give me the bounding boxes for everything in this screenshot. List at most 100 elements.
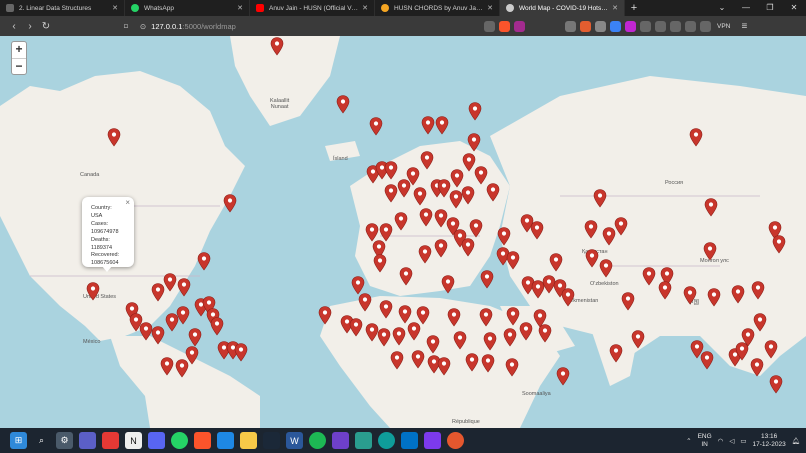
language-indicator[interactable]: ENG IN bbox=[698, 433, 712, 448]
puzzle-icon[interactable] bbox=[640, 20, 651, 32]
brave-icon[interactable] bbox=[194, 432, 211, 449]
chevron-down-icon[interactable]: ⌄ bbox=[710, 0, 734, 16]
whatsapp-icon[interactable] bbox=[171, 432, 188, 449]
hotspot-marker-icon[interactable] bbox=[530, 221, 544, 240]
hotspot-marker-icon[interactable] bbox=[614, 217, 628, 236]
hotspot-marker-icon[interactable] bbox=[461, 238, 475, 257]
hotspot-marker-icon[interactable] bbox=[486, 183, 500, 202]
hotspot-marker-icon[interactable] bbox=[497, 227, 511, 246]
extension-icon[interactable] bbox=[565, 20, 576, 32]
popup-close-button[interactable]: × bbox=[125, 199, 130, 207]
hotspot-marker-icon[interactable] bbox=[480, 270, 494, 289]
zoom-in-button[interactable]: + bbox=[12, 42, 26, 58]
bookmark-icon[interactable]: ⌑ bbox=[124, 22, 128, 31]
discord-icon[interactable] bbox=[148, 432, 165, 449]
extension-icon[interactable] bbox=[610, 20, 621, 32]
battery-icon[interactable]: ▭ bbox=[740, 437, 746, 445]
hotspot-marker-icon[interactable] bbox=[421, 116, 435, 135]
hotspot-marker-icon[interactable] bbox=[163, 273, 177, 292]
hotspot-marker-icon[interactable] bbox=[437, 357, 451, 376]
hotspot-marker-icon[interactable] bbox=[176, 306, 190, 325]
wallet-icon[interactable] bbox=[700, 20, 711, 32]
close-window-icon[interactable]: ✕ bbox=[782, 0, 806, 16]
spotify-icon[interactable] bbox=[309, 432, 326, 449]
hotspot-marker-icon[interactable] bbox=[741, 328, 755, 347]
hotspot-marker-icon[interactable] bbox=[751, 281, 765, 300]
reload-icon[interactable]: ↻ bbox=[38, 21, 54, 32]
hotspot-marker-icon[interactable] bbox=[379, 300, 393, 319]
restore-icon[interactable]: ❐ bbox=[758, 0, 782, 16]
hotspot-marker-icon[interactable] bbox=[465, 353, 479, 372]
hotspot-marker-icon[interactable] bbox=[704, 198, 718, 217]
tab-world-map[interactable]: World Map - COVID-19 Hotspots ✕ bbox=[500, 0, 625, 16]
close-tab-icon[interactable]: ✕ bbox=[612, 4, 618, 12]
hotspot-marker-icon[interactable] bbox=[658, 281, 672, 300]
hotspot-marker-icon[interactable] bbox=[689, 128, 703, 147]
hotspot-marker-icon[interactable] bbox=[750, 358, 764, 377]
outlook-icon[interactable] bbox=[401, 432, 418, 449]
hotspot-marker-icon[interactable] bbox=[631, 330, 645, 349]
brave-shield-icon[interactable] bbox=[499, 20, 510, 32]
hotspot-marker-icon[interactable] bbox=[160, 357, 174, 376]
hotspot-marker-icon[interactable] bbox=[609, 344, 623, 363]
close-tab-icon[interactable]: ✕ bbox=[487, 4, 493, 12]
close-tab-icon[interactable]: ✕ bbox=[237, 4, 243, 12]
hotspot-marker-icon[interactable] bbox=[336, 95, 350, 114]
hotspot-marker-icon[interactable] bbox=[593, 189, 607, 208]
notion-icon[interactable]: N bbox=[125, 432, 142, 449]
folder-icon[interactable] bbox=[240, 432, 257, 449]
hotspot-marker-icon[interactable] bbox=[399, 267, 413, 286]
extension-icon[interactable] bbox=[625, 20, 636, 32]
hotspot-marker-icon[interactable] bbox=[177, 278, 191, 297]
wifi-icon[interactable]: ◠ bbox=[718, 437, 724, 445]
hotspot-marker-icon[interactable] bbox=[505, 358, 519, 377]
hotspot-marker-icon[interactable] bbox=[384, 161, 398, 180]
hotspot-marker-icon[interactable] bbox=[175, 359, 189, 378]
hotspot-marker-icon[interactable] bbox=[397, 179, 411, 198]
tab-linear-data-structures[interactable]: 2. Linear Data Structures ✕ bbox=[0, 0, 125, 16]
hotspot-marker-icon[interactable] bbox=[461, 186, 475, 205]
hotspot-marker-icon[interactable] bbox=[151, 283, 165, 302]
windows-start-icon[interactable]: ⊞ bbox=[10, 432, 27, 449]
hotspot-marker-icon[interactable] bbox=[394, 212, 408, 231]
hotspot-marker-icon[interactable] bbox=[584, 220, 598, 239]
address-bar[interactable]: ⌑ ⊙ 127.0.0.1 :5000/worldmap bbox=[124, 22, 464, 31]
hotspot-marker-icon[interactable] bbox=[506, 251, 520, 270]
share-icon[interactable] bbox=[484, 20, 495, 32]
hotspot-marker-icon[interactable] bbox=[772, 235, 786, 254]
hotspot-marker-icon[interactable] bbox=[519, 322, 533, 341]
sidebar-icon[interactable] bbox=[685, 20, 696, 32]
hotspot-marker-icon[interactable] bbox=[418, 245, 432, 264]
minimize-icon[interactable]: — bbox=[734, 0, 758, 16]
hotspot-marker-icon[interactable] bbox=[441, 275, 455, 294]
obsidian-icon[interactable] bbox=[424, 432, 441, 449]
hotspot-marker-icon[interactable] bbox=[420, 151, 434, 170]
close-tab-icon[interactable]: ✕ bbox=[362, 4, 368, 12]
search-icon[interactable]: ⌕ bbox=[33, 432, 50, 449]
app-icon[interactable] bbox=[355, 432, 372, 449]
notification-bell-icon[interactable]: 🔔︎ bbox=[792, 437, 800, 445]
hotspot-marker-icon[interactable] bbox=[467, 133, 481, 152]
hotspot-marker-icon[interactable] bbox=[377, 328, 391, 347]
hotspot-marker-icon[interactable] bbox=[392, 327, 406, 346]
download-icon[interactable] bbox=[670, 20, 681, 32]
chevron-up-icon[interactable]: ⌃ bbox=[686, 437, 691, 445]
hotspot-marker-icon[interactable] bbox=[411, 350, 425, 369]
hotspot-marker-icon[interactable] bbox=[435, 116, 449, 135]
clock[interactable]: 13:16 17-12-2023 bbox=[752, 433, 785, 448]
tab-youtube[interactable]: Anuv Jain - HUSN (Official Video) - Yo ✕ bbox=[250, 0, 375, 16]
hotspot-marker-icon[interactable] bbox=[769, 375, 783, 394]
teams-icon[interactable] bbox=[79, 432, 96, 449]
hotspot-marker-icon[interactable] bbox=[419, 208, 433, 227]
hotspot-marker-icon[interactable] bbox=[506, 307, 520, 326]
vpn-button[interactable]: VPN bbox=[717, 23, 730, 30]
world-map[interactable]: + − Kalaallit Nunaat Canada Ísland Unite… bbox=[0, 36, 806, 428]
hotspot-marker-icon[interactable] bbox=[549, 253, 563, 272]
hotspot-marker-icon[interactable] bbox=[683, 286, 697, 305]
hotspot-marker-icon[interactable] bbox=[599, 259, 613, 278]
hotspot-marker-icon[interactable] bbox=[384, 184, 398, 203]
rewards-icon[interactable] bbox=[514, 20, 525, 32]
app-icon[interactable] bbox=[102, 432, 119, 449]
zoom-out-button[interactable]: − bbox=[12, 58, 26, 74]
new-tab-button[interactable]: + bbox=[625, 0, 643, 16]
